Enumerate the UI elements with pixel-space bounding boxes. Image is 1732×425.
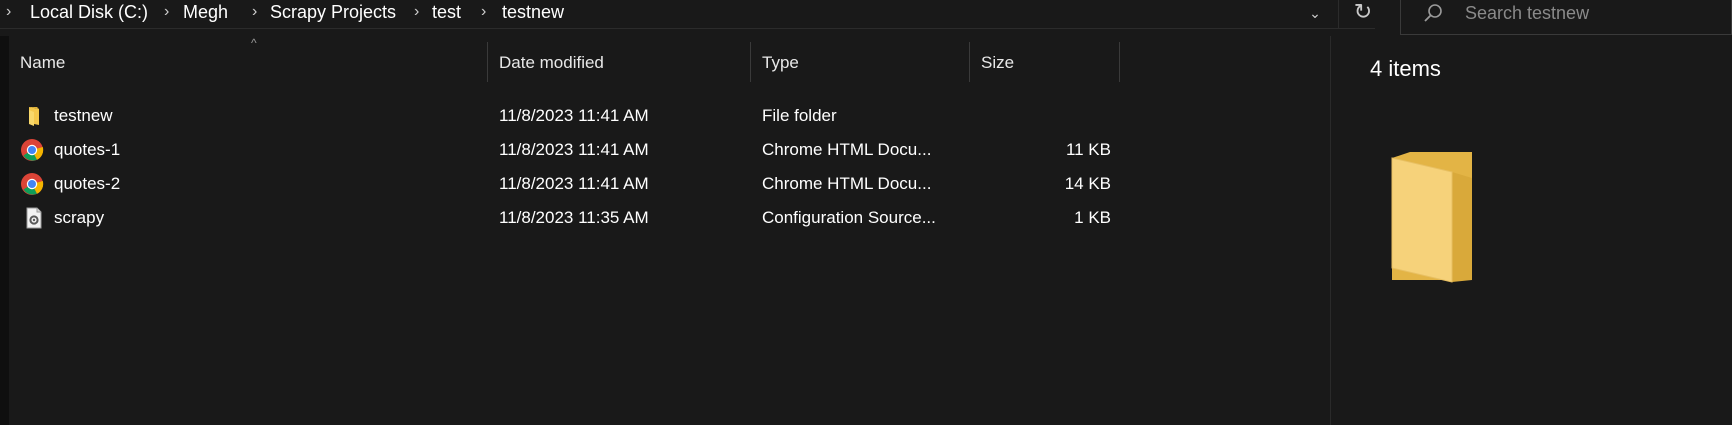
- file-row-scrapy[interactable]: scrapy 11/8/2023 11:35 AM Configuration …: [9, 202, 1119, 234]
- chrome-icon: [21, 173, 44, 195]
- breadcrumb-separator[interactable]: ›: [164, 0, 169, 26]
- column-name[interactable]: Name: [9, 40, 487, 86]
- file-name: scrapy: [54, 208, 105, 227]
- file-size: 14 KB: [1064, 174, 1111, 193]
- chevron-down-icon[interactable]: ⌄: [1303, 1, 1327, 25]
- breadcrumb-chevron-icon[interactable]: ›: [6, 0, 11, 26]
- breadcrumb-item-scrapy-projects[interactable]: Scrapy Projects: [270, 0, 396, 26]
- refresh-icon[interactable]: ↻: [1351, 1, 1375, 25]
- file-name: quotes-1: [54, 140, 121, 159]
- file-name: testnew: [54, 106, 113, 125]
- file-date: 11/8/2023 11:41 AM: [499, 106, 649, 125]
- breadcrumb-item-testnew[interactable]: testnew: [502, 0, 564, 26]
- breadcrumb-item-megh[interactable]: Megh: [183, 0, 228, 26]
- file-type: Chrome HTML Docu...: [762, 140, 932, 159]
- column-size[interactable]: Size: [970, 40, 1120, 86]
- file-type: Configuration Source...: [762, 208, 936, 227]
- folder-icon: [29, 107, 39, 126]
- file-size: [981, 100, 1111, 132]
- search-icon: [1424, 4, 1442, 22]
- item-count: 4 items: [1370, 56, 1441, 81]
- breadcrumb-separator[interactable]: ›: [481, 0, 486, 26]
- file-date: 11/8/2023 11:41 AM: [499, 140, 649, 159]
- file-row-quotes-2[interactable]: quotes-2 11/8/2023 11:41 AM Chrome HTML …: [9, 168, 1119, 200]
- file-row-testnew[interactable]: testnew 11/8/2023 11:41 AM File folder: [9, 100, 1119, 132]
- config-file-icon: [26, 207, 42, 229]
- breadcrumb-separator[interactable]: ›: [414, 0, 419, 26]
- file-size: 1 KB: [1074, 208, 1111, 227]
- file-size: 11 KB: [1065, 140, 1111, 159]
- breadcrumb-item-test[interactable]: test: [432, 0, 461, 26]
- column-divider[interactable]: [1119, 42, 1120, 82]
- file-type: File folder: [762, 106, 837, 125]
- breadcrumb-separator[interactable]: ›: [252, 0, 257, 26]
- column-header: ^ Name Date modified Type Size: [9, 36, 1120, 86]
- large-folder-icon: [1391, 152, 1472, 283]
- top-bar: › Local Disk (C:) › Megh › Scrapy Projec…: [0, 0, 1732, 36]
- file-name: quotes-2: [54, 174, 121, 193]
- chrome-icon: [21, 139, 44, 161]
- address-bar[interactable]: › Local Disk (C:) › Megh › Scrapy Projec…: [0, 0, 1375, 29]
- column-date-modified[interactable]: Date modified: [488, 40, 750, 86]
- column-type[interactable]: Type: [751, 40, 969, 86]
- file-type: Chrome HTML Docu...: [762, 174, 932, 193]
- search-input[interactable]: [1465, 2, 1715, 24]
- file-date: 11/8/2023 11:35 AM: [499, 208, 649, 227]
- breadcrumb-item-local-disk[interactable]: Local Disk (C:): [30, 0, 148, 26]
- file-row-quotes-1[interactable]: quotes-1 11/8/2023 11:41 AM Chrome HTML …: [9, 134, 1119, 166]
- window-edge: [0, 0, 9, 425]
- file-date: 11/8/2023 11:41 AM: [499, 174, 649, 193]
